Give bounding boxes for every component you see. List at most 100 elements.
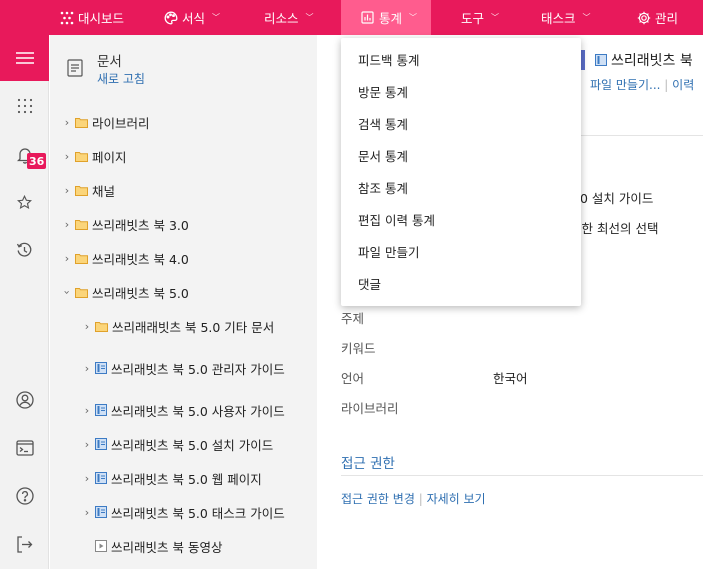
nav-label: 도구 (461, 11, 485, 26)
notification-count-badge: 36 (27, 153, 47, 169)
change-access-link[interactable]: 접근 권한 변경 (341, 492, 415, 506)
nav-label: 대시보드 (78, 11, 125, 26)
menu-item-document-stats[interactable]: 문서 통계 (341, 139, 581, 171)
favorites-button[interactable] (0, 187, 49, 217)
library-label: 라이브러리 (341, 401, 399, 416)
tree-item-web-page[interactable]: › 쓰리래빗츠 북 5.0 웹 페이지 (80, 467, 262, 489)
book-icon (595, 54, 607, 66)
tree-item-label: 쓰리래빗츠 북 5.0 사용자 가이드 (111, 403, 285, 419)
profile-button[interactable] (0, 385, 49, 415)
menu-item-comments[interactable]: 댓글 (341, 267, 581, 299)
tree-item-label: 쓰리래빗츠 북 5.0 태스크 가이드 (111, 505, 285, 521)
document-icon (67, 59, 83, 77)
chevron-right-icon: › (84, 505, 90, 519)
tree-item-book-3[interactable]: › 쓰리래빗츠 북 3.0 (60, 213, 189, 235)
menu-item-reference-stats[interactable]: 참조 통계 (341, 171, 581, 203)
book-icon (95, 362, 107, 374)
terminal-icon (15, 440, 34, 456)
logout-button[interactable] (0, 529, 49, 559)
tree-item-book-5[interactable]: › 쓰리래빗츠 북 5.0 (60, 281, 189, 303)
tree-item-label: 쓰리래빗츠 북 3.0 (92, 217, 189, 233)
menu-item-edit-history-stats[interactable]: 편집 이력 통계 (341, 203, 581, 235)
folder-icon (95, 321, 108, 332)
nav-tools[interactable]: 도구 ﹀ (461, 0, 499, 35)
tree-item-pages[interactable]: › 페이지 (60, 145, 127, 167)
dashboard-icon (60, 11, 74, 25)
refresh-link[interactable]: 새로 고침 (97, 70, 145, 87)
tree-item-label: 쓰리래래빗츠 북 5.0 기타 문서 (112, 319, 275, 335)
make-file-link[interactable]: 파일 만들기... (590, 78, 660, 92)
tree-item-label: 쓰리래빗츠 북 5.0 설치 가이드 (111, 437, 274, 453)
folder-icon (75, 185, 88, 196)
language-label: 언어 (341, 371, 365, 386)
history-link[interactable]: 이력 (672, 78, 694, 92)
chevron-right-icon: › (84, 319, 90, 333)
tree-item-label: 채널 (92, 183, 116, 199)
tree-item-label: 쓰리래빗츠 북 5.0 (92, 285, 189, 301)
logout-icon (17, 535, 33, 553)
tree-item-library[interactable]: › 라이브러리 (60, 111, 150, 133)
subject-label: 주제 (341, 311, 365, 326)
chevron-right-icon: › (84, 361, 90, 375)
title-value: 0 설치 가이드 (580, 191, 654, 206)
chevron-right-icon: › (84, 437, 90, 451)
menu-item-visit-stats[interactable]: 방문 통계 (341, 75, 581, 107)
nav-format[interactable]: 서식 ﹀ (164, 0, 220, 35)
tree-item-task-guide[interactable]: › 쓰리래빗츠 북 5.0 태스크 가이드 (80, 501, 285, 523)
language-value: 한국어 (493, 371, 528, 386)
tree-item-label: 쓰리래빗츠 북 4.0 (92, 251, 189, 267)
nav-label: 리소스 (264, 11, 299, 26)
nav-tasks[interactable]: 태스크 ﹀ (541, 0, 591, 35)
folder-icon (75, 151, 88, 162)
description-value: 위한 최선의 선택 (570, 221, 659, 236)
tree-item-user-guide[interactable]: › 쓰리래빗츠 북 5.0 사용자 가이드 (80, 399, 285, 421)
document-title: 쓰리래빗츠 북 (595, 50, 693, 70)
access-heading: 접근 권한 (341, 456, 395, 472)
nav-dashboard[interactable]: 대시보드 (60, 0, 124, 35)
menu-toggle-button[interactable] (0, 35, 49, 81)
chevron-right-icon: › (64, 251, 70, 265)
nav-resources[interactable]: 리소스 ﹀ (264, 0, 314, 35)
tree-item-video[interactable]: 쓰리래빗츠 북 동영상 (95, 535, 222, 557)
tree-item-other-docs[interactable]: › 쓰리래래빗츠 북 5.0 기타 문서 (80, 315, 274, 337)
chevron-right-icon: › (64, 183, 70, 197)
nav-label: 태스크 (541, 11, 576, 26)
folder-icon (75, 219, 88, 230)
help-button[interactable] (0, 481, 49, 511)
keyword-label: 키워드 (341, 341, 376, 356)
tree-item-label: 쓰리래빗츠 북 5.0 웹 페이지 (111, 471, 262, 487)
apps-button[interactable] (0, 91, 49, 121)
separator: | (664, 78, 673, 92)
grid-dots-icon (17, 98, 32, 114)
tree-item-book-4[interactable]: › 쓰리래빗츠 북 4.0 (60, 247, 189, 269)
history-button[interactable] (0, 235, 49, 265)
chevron-down-icon: ﹀ (409, 13, 418, 22)
tree-item-label: 페이지 (92, 149, 127, 165)
tree-item-label: 쓰리래빗츠 북 동영상 (111, 539, 223, 555)
document-actions: 파일 만들기... | 이력 (590, 76, 694, 93)
history-icon (16, 242, 32, 257)
menu-item-search-stats[interactable]: 검색 통계 (341, 107, 581, 139)
chevron-down-icon: › (60, 289, 74, 295)
star-icon (17, 194, 32, 209)
access-actions: 접근 권한 변경 | 자세히 보기 (341, 490, 486, 507)
hamburger-icon (15, 52, 34, 64)
tree-item-admin-guide[interactable]: › 쓰리래빗츠 북 5.0 관리자 가이드 (80, 357, 285, 379)
nav-admin[interactable]: 관리 (637, 0, 678, 35)
chevron-right-icon: › (64, 115, 70, 129)
user-icon (15, 391, 34, 409)
menu-item-make-file[interactable]: 파일 만들기 (341, 235, 581, 267)
tree-item-install-guide[interactable]: › 쓰리래빗츠 북 5.0 설치 가이드 (80, 433, 273, 455)
details-link[interactable]: 자세히 보기 (427, 492, 486, 506)
console-button[interactable] (0, 433, 49, 463)
tree-item-label: 라이브러리 (92, 115, 150, 131)
top-navigation-bar: 대시보드 서식 ﹀ 리소스 ﹀ 통계 ﹀ 도구 ﹀ 태스크 ﹀ 관리 (0, 0, 703, 35)
nav-statistics[interactable]: 통계 ﹀ (341, 0, 431, 35)
menu-item-feedback-stats[interactable]: 피드백 통계 (341, 43, 581, 75)
question-circle-icon (15, 487, 34, 505)
video-icon (95, 540, 107, 552)
book-icon (95, 438, 107, 450)
nav-label: 관리 (655, 11, 679, 26)
tree-item-channel[interactable]: › 채널 (60, 179, 115, 201)
nav-label: 서식 (182, 11, 206, 26)
